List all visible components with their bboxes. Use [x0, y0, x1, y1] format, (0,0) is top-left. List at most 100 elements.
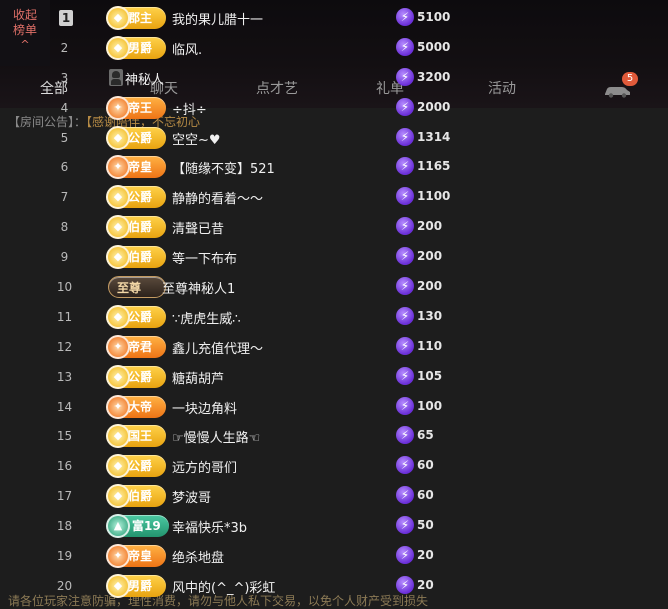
rank-title-badge: ▲ 富19 [106, 514, 169, 539]
ranking-row[interactable]: 14 ✦ 大帝 一块边角料 ⚡ 100 [50, 392, 668, 422]
user-name[interactable]: 至尊神秘人1 [162, 278, 235, 297]
user-name[interactable]: 鑫儿充值代理～ [172, 338, 263, 357]
ranking-row[interactable]: 19 ✦ 帝皇 绝杀地盘 ⚡ 20 [50, 541, 668, 571]
collapse-ranking-button[interactable]: 收起 榜单 ^ [0, 0, 50, 66]
lightning-bolt-icon: ⚡ [396, 277, 414, 296]
ranking-row[interactable]: 3 神秘人 ⚡ 3200 [50, 63, 668, 93]
rank-number: 13 [56, 369, 73, 384]
badge-gem-icon: ◆ [106, 185, 130, 210]
rank-number: 18 [56, 519, 73, 534]
ranking-row[interactable]: 13 ◆ 公爵 糖葫胡芦 ⚡ 105 [50, 362, 668, 392]
badge-gem-icon: ◆ [106, 245, 130, 270]
ranking-row[interactable]: 1 ◆ 郡主 我的果儿腊十一 ⚡ 5100 [50, 3, 668, 33]
user-name[interactable]: 神秘人 [125, 69, 164, 88]
ranking-row[interactable]: 7 ◆ 公爵 静静的看着～～ ⚡ 1100 [50, 182, 668, 212]
rank-title-badge: ◆ 郡主 [106, 6, 166, 30]
badge-gem-icon: ✦ [106, 544, 130, 569]
ranking-row[interactable]: 16 ◆ 公爵 远方的哥们 ⚡ 60 [50, 451, 668, 481]
amount-value: 110 [417, 338, 443, 353]
user-name[interactable]: 绝杀地盘 [172, 547, 224, 566]
lightning-bolt-icon: ⚡ [396, 516, 414, 535]
user-name[interactable]: 一块边角料 [172, 398, 237, 417]
ranking-row[interactable]: 9 ◆ 伯爵 等一下布布 ⚡ 200 [50, 242, 668, 272]
user-name[interactable]: 空空~♥ [172, 129, 221, 148]
amount-value: 130 [417, 308, 443, 323]
rank-title-badge: ◆ 伯爵 [106, 484, 166, 509]
ranking-row[interactable]: 18 ▲ 富19 幸福快乐*3b ⚡ 50 [50, 511, 668, 541]
user-name[interactable]: 临风. [172, 39, 202, 58]
ranking-row[interactable]: 11 ◆ 公爵 ∵虎虎生威∴ ⚡ 130 [50, 302, 668, 332]
rank-number: 4 [60, 100, 69, 115]
user-name[interactable]: ☞慢慢人生路☜ [172, 427, 260, 446]
user-name[interactable]: ÷抖÷ [172, 99, 207, 118]
ranking-row[interactable]: 4 ✦ 帝王 ÷抖÷ ⚡ 2000 [50, 93, 668, 123]
ranking-row[interactable]: 15 ◆ 国王 ☞慢慢人生路☜ ⚡ 65 [50, 421, 668, 451]
contribution-ranking-list: 1 ◆ 郡主 我的果儿腊十一 ⚡ 5100 2 ◆ 男爵 临风. ⚡ 5000 3 神秘人 ⚡ 3200 4 ✦ 帝… [50, 3, 668, 601]
amount-value: 3200 [417, 69, 451, 84]
rank-title-badge: ✦ 帝皇 [106, 544, 166, 569]
rank-title-badge: ◆ 男爵 [106, 35, 166, 60]
badge-gem-icon: ✦ [106, 95, 130, 120]
rank-number: 11 [56, 309, 73, 324]
badge-gem-icon: ✦ [106, 334, 130, 359]
rank-title-badge: ◆ 男爵 [106, 573, 166, 598]
badge-label: 公爵 [128, 369, 153, 384]
lightning-bolt-icon: ⚡ [396, 67, 414, 86]
badge-label: 帝王 [128, 100, 153, 115]
amount-value: 5100 [417, 10, 451, 24]
user-name[interactable]: ∵虎虎生威∴ [172, 308, 241, 327]
badge-label: 男爵 [128, 40, 153, 55]
user-name[interactable]: 远方的哥们 [172, 457, 237, 476]
badge-gem-icon: ✦ [106, 155, 130, 180]
user-name[interactable]: 我的果儿腊十一 [172, 9, 263, 28]
rank-title-badge: ◆ 国王 [106, 424, 166, 449]
amount-value: 65 [417, 428, 434, 443]
badge-label: 国王 [128, 429, 153, 444]
rank-title-badge: ◆ 伯爵 [106, 215, 166, 240]
ranking-row[interactable]: 2 ◆ 男爵 临风. ⚡ 5000 [50, 33, 668, 63]
rank-number: 14 [56, 399, 73, 414]
user-name[interactable]: 等一下布布 [172, 248, 237, 267]
rank-title-badge: ✦ 大帝 [106, 394, 166, 419]
lightning-bolt-icon: ⚡ [396, 217, 414, 236]
ranking-row[interactable]: 6 ✦ 帝皇 【随缘不变】521 ⚡ 1165 [50, 152, 668, 182]
lightning-bolt-icon: ⚡ [396, 37, 414, 56]
collapse-label-line2: 榜单 [12, 23, 37, 37]
user-name[interactable]: 静静的看着～～ [172, 188, 263, 207]
ranking-row[interactable]: 10 至尊 至尊神秘人1 ⚡ 200 [50, 272, 668, 302]
user-name[interactable]: 糖葫胡芦 [172, 368, 224, 387]
rank-number: 16 [56, 459, 73, 474]
lightning-bolt-icon: ⚡ [396, 366, 414, 385]
ranking-row[interactable]: 12 ✦ 帝君 鑫儿充值代理～ ⚡ 110 [50, 332, 668, 362]
ranking-row[interactable]: 17 ◆ 伯爵 梦波哥 ⚡ 60 [50, 481, 668, 511]
rank-number: 3 [60, 70, 69, 85]
rank-title-badge: 至尊 [108, 276, 166, 299]
rank-number: 12 [56, 339, 73, 354]
ranking-row[interactable]: 5 ◆ 公爵 空空~♥ ⚡ 1314 [50, 123, 668, 153]
badge-gem-icon: ◆ [106, 573, 130, 598]
ranking-row[interactable]: 20 ◆ 男爵 风中的(^_^)彩虹 ⚡ 20 [50, 571, 668, 601]
user-name[interactable]: 风中的(^_^)彩虹 [172, 577, 275, 596]
lightning-bolt-icon: ⚡ [396, 247, 414, 266]
user-name[interactable]: 【随缘不变】521 [172, 158, 275, 177]
badge-label: 伯爵 [128, 220, 153, 235]
amount-value: 2000 [417, 99, 451, 114]
amount-value: 200 [417, 279, 443, 294]
user-name[interactable]: 梦波哥 [172, 487, 211, 506]
amount-value: 60 [417, 458, 434, 473]
badge-gem-icon: ◆ [106, 215, 130, 240]
lightning-bolt-icon: ⚡ [396, 426, 414, 445]
rank-number: 8 [60, 220, 69, 235]
amount-value: 100 [417, 398, 443, 413]
rank-number: 6 [60, 160, 69, 175]
badge-gem-icon: ◆ [106, 35, 130, 60]
user-name[interactable]: 幸福快乐*3b [172, 517, 247, 536]
amount-value: 200 [417, 219, 443, 234]
user-name[interactable]: 清聲已昔 [172, 218, 224, 237]
lightning-bolt-icon: ⚡ [396, 336, 414, 355]
ranking-row[interactable]: 8 ◆ 伯爵 清聲已昔 ⚡ 200 [50, 212, 668, 242]
mystery-person-icon [109, 68, 123, 86]
lightning-bolt-icon: ⚡ [396, 486, 414, 505]
badge-label: 帝皇 [128, 160, 153, 175]
badge-gem-icon: ◆ [106, 304, 130, 329]
